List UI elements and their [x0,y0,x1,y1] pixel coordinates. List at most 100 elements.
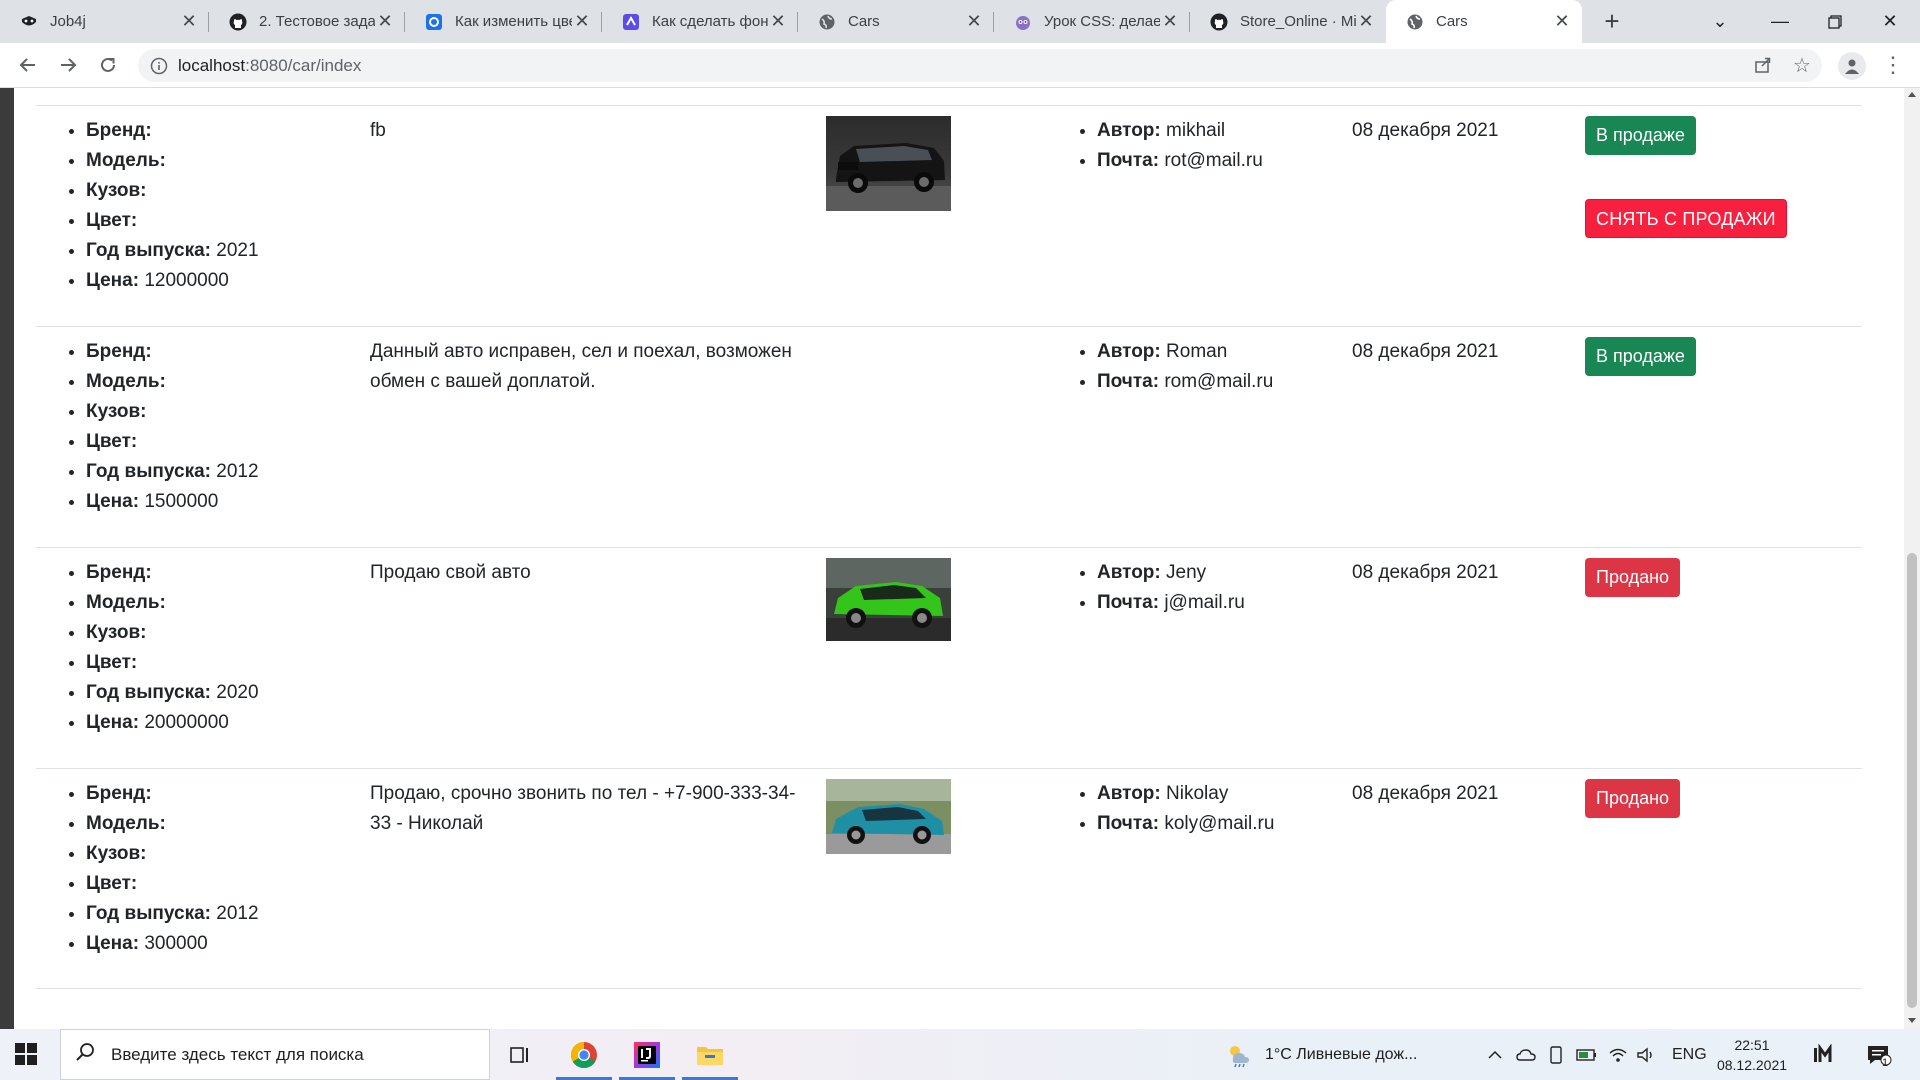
volume-icon[interactable] [1636,1029,1656,1080]
weather-widget[interactable]: 1°C Ливневые дож... [1225,1029,1417,1080]
year-item: Год выпуска: 2020 [86,678,326,708]
window-close-icon[interactable]: ✕ [1860,0,1920,43]
maximize-icon[interactable] [1805,0,1865,43]
tab-css-lesson[interactable]: Урок CSS: делаем ✕ [994,0,1190,43]
battery-icon[interactable] [1576,1029,1598,1080]
close-icon[interactable]: ✕ [768,11,788,32]
meet-now-icon[interactable] [1812,1029,1838,1080]
profile-avatar-icon[interactable] [1838,52,1866,80]
show-hidden-icons-chevron[interactable] [1488,1029,1502,1080]
onedrive-icon[interactable] [1516,1029,1536,1080]
body-item: Кузов: [86,176,326,206]
windows-start-icon[interactable] [14,1042,38,1066]
car-description: Продаю свой авто [370,562,531,583]
year-item: Год выпуска: 2012 [86,899,326,929]
tab-background[interactable]: Как сделать фон ✕ [602,0,798,43]
browser-toolbar: localhost:8080/car/index ☆ ⋮ [0,43,1920,88]
close-icon[interactable]: ✕ [964,11,984,32]
tab-store-online[interactable]: Store_Online · Mi ✕ [1190,0,1386,43]
close-icon[interactable]: ✕ [572,11,592,32]
job4j-icon [20,13,38,31]
github-icon [1210,13,1228,31]
car-description: Продаю, срочно звонить по тел - +7-900-3… [370,783,796,834]
page-viewport: Бренд: Модель: Кузов: Цвет: Год выпуска:… [0,88,1904,1029]
reload-icon[interactable] [94,51,122,79]
color-item: Цвет: [86,427,326,457]
car-description: Данный авто исправен, сел и поехал, возм… [370,341,792,392]
email-item: Почта: rom@mail.ru [1097,367,1327,397]
body-item: Кузов: [86,397,326,427]
search-icon [75,1042,99,1067]
system-clock[interactable]: 22:51 08.12.2021 [1700,1035,1804,1075]
model-item: Модель: [86,146,326,176]
car-photo [826,558,951,641]
file-explorer-icon[interactable] [680,1029,740,1080]
forward-arrow-icon[interactable] [54,51,82,79]
address-bar[interactable]: localhost:8080/car/index [138,49,1822,82]
new-tab-button[interactable]: + [1597,6,1627,36]
close-icon[interactable]: ✕ [179,11,199,32]
price-item: Цена: 20000000 [86,708,326,738]
status-badge: Продано [1585,779,1681,818]
close-icon[interactable]: ✕ [375,11,395,32]
cars-table: Бренд: Модель: Кузов: Цвет: Год выпуска:… [36,105,1862,989]
car-specs: Бренд: Модель: Кузов: Цвет: Год выпуска:… [36,116,326,296]
brand-item: Бренд: [86,558,326,588]
email-item: Почта: rot@mail.ru [1097,146,1327,176]
created-date: 08 декабря 2021 [1352,783,1499,804]
chrome-taskbar-icon[interactable] [554,1029,614,1080]
tab-change-color[interactable]: Как изменить цвет ✕ [405,0,602,43]
status-column: В продаже СНЯТЬ С ПРОДАЖИ [1585,116,1845,238]
body-item: Кузов: [86,839,326,869]
email-item: Почта: koly@mail.ru [1097,809,1327,839]
year-item: Год выпуска: 2021 [86,236,326,266]
tab-cars-active[interactable]: Cars ✕ [1386,0,1582,43]
car-photo [826,116,951,211]
weather-rain-icon [1230,1045,1249,1067]
scroll-up-arrow-icon[interactable] [1908,92,1916,97]
tab-test-task[interactable]: 2. Тестовое задание ✕ [209,0,405,43]
notification-center-icon[interactable]: 1 [1866,1029,1892,1080]
table-row: Бренд: Модель: Кузов: Цвет: Год выпуска:… [36,326,1862,547]
scroll-down-arrow-icon[interactable] [1908,1018,1916,1023]
email-item: Почта: j@mail.ru [1097,588,1327,618]
page-scrollbar[interactable] [1904,88,1920,1029]
close-icon[interactable]: ✕ [1552,11,1572,32]
task-view-icon[interactable] [490,1029,550,1080]
close-icon[interactable]: ✕ [1160,11,1180,32]
intellij-taskbar-icon[interactable] [617,1029,677,1080]
status-column: Продано [1585,558,1845,597]
brand-item: Бренд: [86,116,326,146]
scrollbar-thumb[interactable] [1907,553,1917,1008]
tab-search-icon[interactable]: ⌄ [1690,0,1750,43]
close-icon[interactable]: ✕ [1356,11,1376,32]
car-photo [826,779,951,854]
author-item: Автор: Jeny [1097,558,1327,588]
table-row: Бренд: Модель: Кузов: Цвет: Год выпуска:… [36,105,1862,326]
author-info: Автор: Nikolay Почта: koly@mail.ru [1047,779,1327,839]
windows-taskbar: Введите здесь текст для поиска 1°C Ливне… [0,1029,1920,1080]
back-arrow-icon[interactable] [14,51,42,79]
tab-cars-1[interactable]: Cars ✕ [798,0,994,43]
table-row: Бренд: Модель: Кузов: Цвет: Год выпуска:… [36,547,1862,768]
bookmark-star-icon[interactable]: ☆ [1789,52,1815,78]
brand-item: Бренд: [86,779,326,809]
minimize-icon[interactable]: — [1750,0,1810,43]
withdraw-from-sale-button[interactable]: СНЯТЬ С ПРОДАЖИ [1585,199,1787,238]
car-specs: Бренд: Модель: Кузов: Цвет: Год выпуска:… [36,558,326,738]
author-item: Автор: Nikolay [1097,779,1327,809]
device-icon[interactable] [1549,1029,1563,1080]
tab-job4j[interactable]: Job4j ✕ [0,0,209,43]
share-icon[interactable] [1750,52,1776,78]
left-edge-bar [0,88,14,1029]
status-badge: В продаже [1585,116,1696,155]
status-badge: Продано [1585,558,1681,597]
menu-kebab-icon[interactable]: ⋮ [1882,52,1904,80]
notification-count: 1 [1882,1057,1889,1069]
created-date: 08 декабря 2021 [1352,120,1499,141]
author-info: Автор: Roman Почта: rom@mail.ru [1047,337,1327,397]
taskbar-search-input[interactable]: Введите здесь текст для поиска [60,1029,490,1080]
site-info-icon[interactable] [150,57,168,75]
car-description: fb [370,120,386,141]
wifi-icon[interactable] [1608,1029,1628,1080]
